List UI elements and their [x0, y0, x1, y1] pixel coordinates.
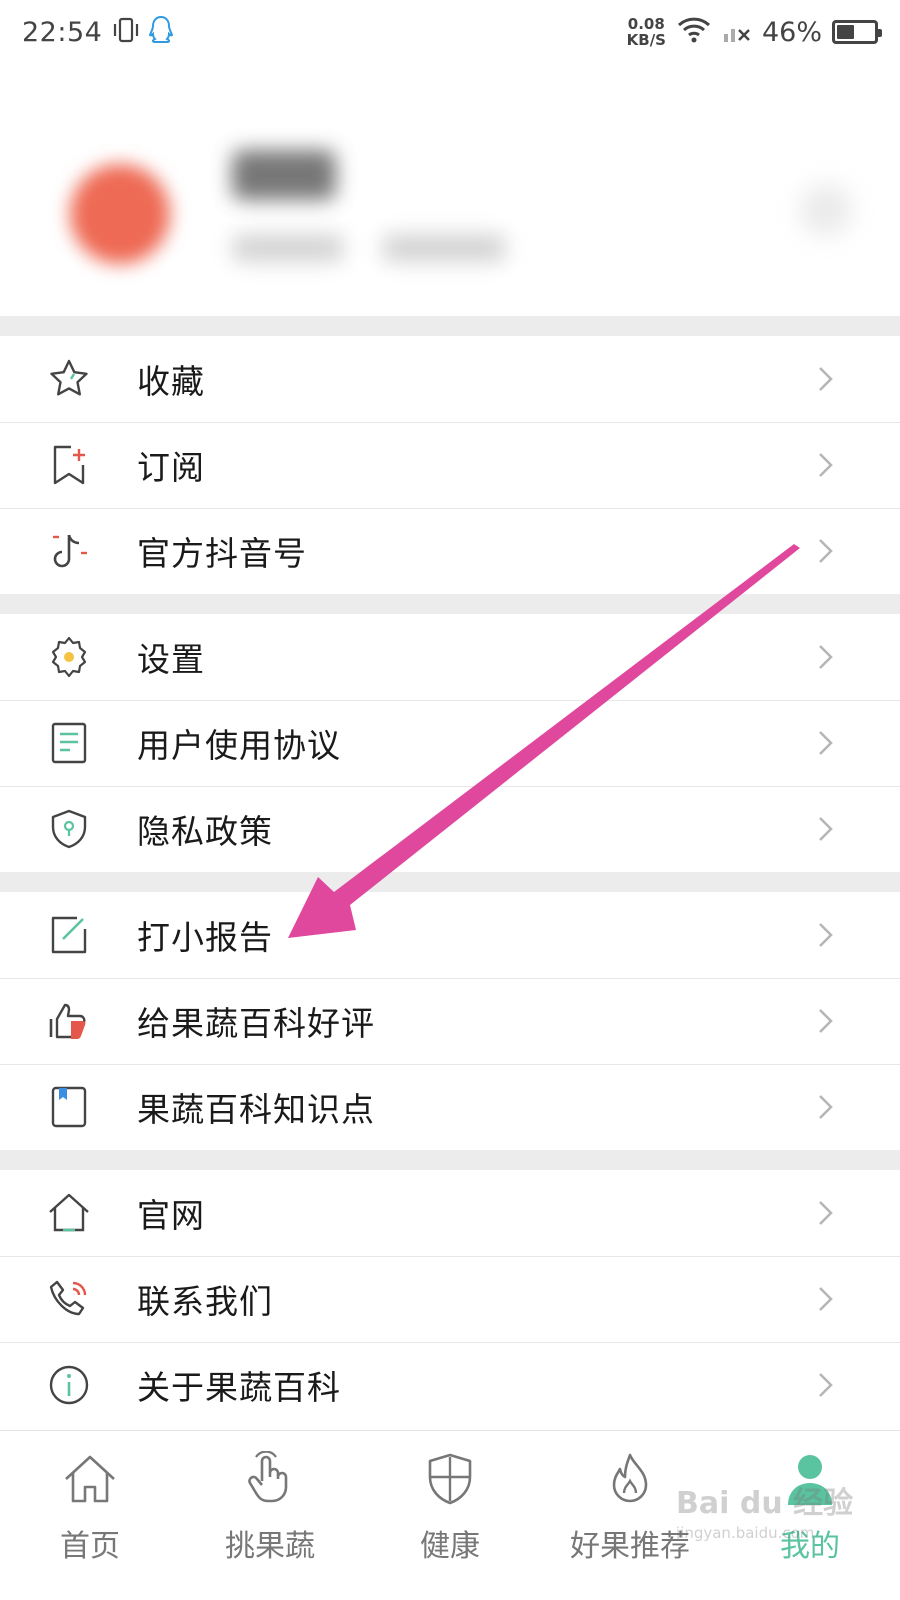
menu-item-favorites[interactable]: 收藏 [0, 336, 900, 422]
menu-group-2: 设置 用户使用协议 隐私政策 [0, 614, 900, 872]
menu-item-report[interactable]: 打小报告 [0, 892, 900, 978]
chevron-right-icon [819, 367, 833, 391]
profile-subinfo-blurred [382, 234, 506, 262]
menu-item-label: 打小报告 [137, 918, 273, 957]
menu-group-4: 官网 联系我们 关于果蔬百科 [0, 1170, 900, 1428]
nav-label: 好果推荐 [570, 1529, 690, 1564]
menu-item-label: 订阅 [137, 448, 205, 487]
nav-label: 首页 [60, 1529, 120, 1564]
network-speed: 0.08 KB/S [626, 15, 666, 49]
phone-icon [47, 1277, 91, 1321]
menu-item-rate-app[interactable]: 给果蔬百科好评 [0, 978, 900, 1064]
chevron-right-icon [819, 731, 833, 755]
qq-icon [148, 15, 174, 49]
profile-header[interactable] [0, 64, 900, 316]
battery-percent: 46% [761, 16, 822, 48]
chevron-right-icon [819, 923, 833, 947]
shield-icon [47, 807, 91, 851]
chevron-right-icon [819, 1009, 833, 1033]
watermark: Bai du 经验 jingyan.baidu.com [676, 1486, 854, 1542]
battery-icon [832, 20, 882, 44]
menu-item-label: 官方抖音号 [137, 534, 307, 573]
menu-item-contact[interactable]: 联系我们 [0, 1256, 900, 1342]
info-icon [47, 1363, 91, 1407]
nav-label: 挑果蔬 [225, 1529, 315, 1564]
document-icon [47, 721, 91, 765]
tiktok-icon [47, 529, 91, 573]
status-time: 22:54 [22, 16, 103, 48]
menu-item-label: 收藏 [137, 362, 205, 401]
menu-item-label: 果蔬百科知识点 [137, 1090, 375, 1129]
username-blurred [232, 150, 336, 200]
status-bar: 22:54 0.08 KB/S 46% [0, 0, 900, 64]
group-divider [0, 1150, 900, 1170]
chevron-right-icon [819, 1095, 833, 1119]
menu-item-label: 设置 [137, 640, 205, 679]
flame-icon [600, 1449, 660, 1509]
nav-label: 健康 [420, 1529, 480, 1564]
menu-item-website[interactable]: 官网 [0, 1170, 900, 1256]
profile-subinfo-blurred [232, 234, 344, 262]
bookmark-add-icon [47, 443, 91, 487]
nav-tab-home[interactable]: 首页 [0, 1431, 180, 1600]
menu-item-label: 关于果蔬百科 [137, 1368, 341, 1407]
vibrate-icon [112, 16, 140, 48]
menu-item-label: 隐私政策 [137, 812, 273, 851]
menu-item-label: 用户使用协议 [137, 726, 341, 765]
menu-item-settings[interactable]: 设置 [0, 614, 900, 700]
thumbs-up-icon [47, 999, 91, 1043]
menu-item-privacy-policy[interactable]: 隐私政策 [0, 786, 900, 872]
home-icon [47, 1191, 91, 1235]
menu-item-label: 给果蔬百科好评 [137, 1004, 375, 1043]
menu-item-subscriptions[interactable]: 订阅 [0, 422, 900, 508]
edit-icon [47, 913, 91, 957]
settings-menu: 收藏 订阅 官方抖音号 设置 用户使用协议 隐私政策 打小报告 给果蔬百科好评 … [0, 316, 900, 1428]
menu-group-3: 打小报告 给果蔬百科好评 果蔬百科知识点 [0, 892, 900, 1150]
menu-item-knowledge[interactable]: 果蔬百科知识点 [0, 1064, 900, 1150]
nav-tab-pick[interactable]: 挑果蔬 [180, 1431, 360, 1600]
home-icon [60, 1449, 120, 1509]
shield-icon [420, 1449, 480, 1509]
chevron-right-icon [819, 1373, 833, 1397]
menu-item-label: 联系我们 [137, 1282, 273, 1321]
signal-icon [722, 16, 752, 48]
avatar[interactable] [70, 164, 170, 264]
star-icon [47, 357, 91, 401]
group-divider [0, 872, 900, 892]
gear-icon [47, 635, 91, 679]
nav-tab-health[interactable]: 健康 [360, 1431, 540, 1600]
chevron-right-icon [819, 453, 833, 477]
menu-item-user-agreement[interactable]: 用户使用协议 [0, 700, 900, 786]
chevron-right-icon [819, 1201, 833, 1225]
chevron-right-icon [819, 539, 833, 563]
hand-pointer-icon [240, 1449, 300, 1509]
menu-item-official-douyin[interactable]: 官方抖音号 [0, 508, 900, 594]
group-divider [0, 316, 900, 336]
menu-item-about[interactable]: 关于果蔬百科 [0, 1342, 900, 1428]
chevron-right-icon [819, 645, 833, 669]
chevron-right-icon [819, 1287, 833, 1311]
menu-item-label: 官网 [137, 1196, 205, 1235]
wifi-icon [676, 15, 712, 49]
menu-group-1: 收藏 订阅 官方抖音号 [0, 336, 900, 594]
group-divider [0, 594, 900, 614]
book-icon [47, 1085, 91, 1129]
profile-chevron-blurred[interactable] [800, 184, 852, 236]
chevron-right-icon [819, 817, 833, 841]
